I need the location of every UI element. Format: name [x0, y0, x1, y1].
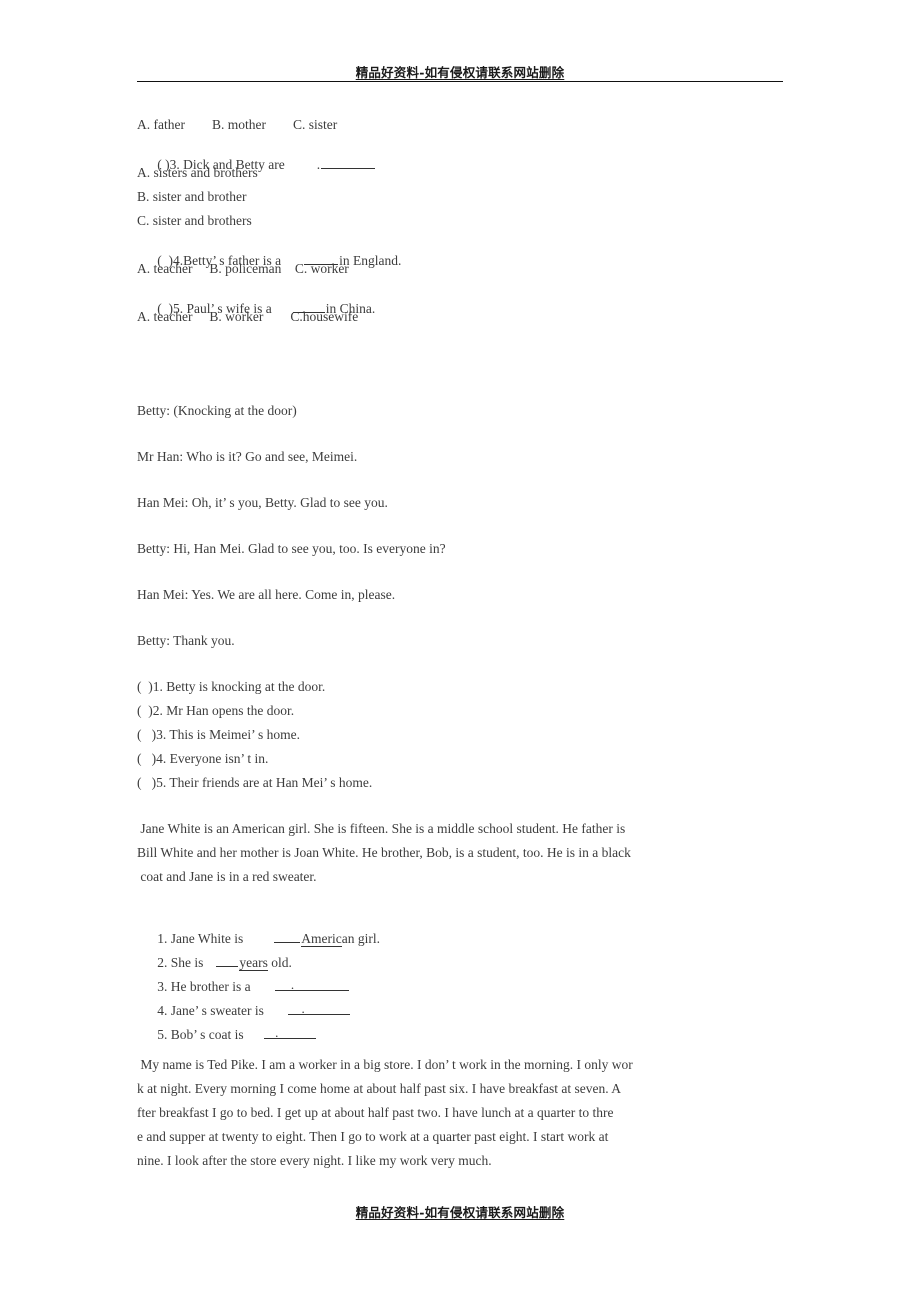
question-3-option-c: C. sister and brothers — [137, 213, 252, 228]
fill-blank-1-suffix: an girl. — [341, 931, 380, 946]
jane-passage-line-1: Jane White is an American girl. She is f… — [137, 821, 626, 836]
true-false-item-5[interactable]: ( )5. Their friends are at Han Mei’ s ho… — [137, 775, 372, 791]
true-false-item-3[interactable]: ( )3. This is Meimei’ s home. — [137, 727, 300, 743]
question-3-answer-blank[interactable] — [321, 157, 376, 169]
ted-passage-line-5: nine. I look after the store every night… — [137, 1153, 492, 1168]
true-false-item-2[interactable]: ( )2. Mr Han opens the door. — [137, 703, 294, 719]
fill-blank-1-underlined-text: Americ — [301, 931, 342, 947]
dialogue-line-2: Mr Han: Who is it? Go and see, Meimei. — [137, 449, 358, 464]
jane-passage-line-2: Bill White and her mother is Joan White.… — [137, 845, 631, 860]
page-header: 精品好资料-如有侵权请联系网站删除 — [137, 62, 783, 86]
footer-watermark-text: 精品好资料-如有侵权请联系网站删除 — [355, 1205, 565, 1220]
ted-passage-line-4: e and supper at twenty to eight. Then I … — [137, 1129, 609, 1144]
dialogue-line-5: Han Mei: Yes. We are all here. Come in, … — [137, 587, 396, 602]
fill-blank-5-prefix: 5. Bob’ s coat is — [157, 1027, 244, 1042]
jane-passage-line-3: coat and Jane is in a red sweater. — [137, 869, 317, 884]
dialogue-line-4: Betty: Hi, Han Mei. Glad to see you, too… — [137, 541, 446, 556]
ted-passage-line-3: fter breakfast I go to bed. I get up at … — [137, 1105, 614, 1120]
document-page: 精品好资料-如有侵权请联系网站删除 A. father B. mother C.… — [0, 0, 920, 1302]
dialogue-line-1: Betty: (Knocking at the door) — [137, 403, 297, 418]
question-4-options: A. teacher B. policeman C. worker — [137, 261, 349, 276]
header-watermark-text: 精品好资料-如有侵权请联系网站删除 — [355, 65, 565, 80]
page-footer: 精品好资料-如有侵权请联系网站删除 — [137, 1202, 783, 1224]
fill-blank-5-input[interactable] — [263, 1025, 316, 1041]
dialogue-line-3: Han Mei: Oh, it’ s you, Betty. Glad to s… — [137, 495, 388, 510]
true-false-item-4[interactable]: ( )4. Everyone isn’ t in. — [137, 751, 268, 767]
fill-blank-item-5: 5. Bob’ s coat is — [137, 1011, 316, 1059]
dialogue-line-6: Betty: Thank you. — [137, 633, 235, 648]
question-2-options: A. father B. mother C. sister — [137, 117, 338, 132]
ted-passage-line-1: My name is Ted Pike. I am a worker in a … — [137, 1057, 633, 1072]
question-3-period: . — [316, 157, 321, 172]
question-3-option-a: A. sisters and brothers — [137, 165, 258, 180]
header-horizontal-rule — [137, 81, 783, 82]
question-5-options: A. teacher B. worker C.housewife — [137, 309, 359, 324]
ted-passage-line-2: k at night. Every morning I come home at… — [137, 1081, 621, 1096]
true-false-item-1[interactable]: ( )1. Betty is knocking at the door. — [137, 679, 325, 695]
question-3-option-b: B. sister and brother — [137, 189, 247, 204]
